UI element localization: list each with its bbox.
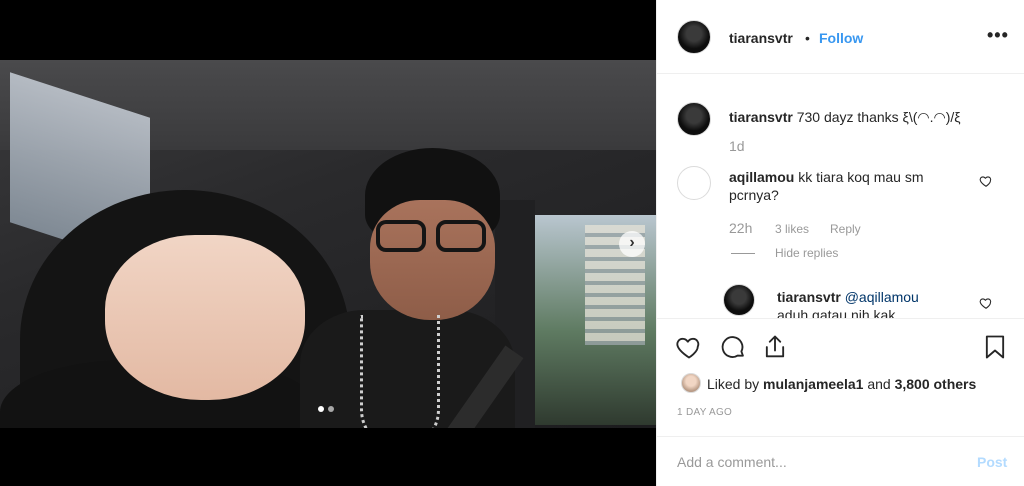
comment-text-cont: pcrnya? bbox=[729, 187, 779, 203]
reply-mention[interactable]: @aqillamou bbox=[845, 289, 919, 305]
replies-divider bbox=[731, 253, 755, 254]
post-photo[interactable] bbox=[0, 60, 656, 428]
post-media: › bbox=[0, 0, 656, 486]
add-comment-input[interactable]: Add a comment... bbox=[677, 454, 787, 470]
follow-button[interactable]: Follow bbox=[819, 30, 863, 46]
post-header: tiaransvtr • Follow ••• bbox=[657, 0, 1024, 74]
comment-text: kk tiara koq mau sm bbox=[798, 169, 924, 185]
more-options-icon[interactable]: ••• bbox=[987, 25, 1009, 46]
likes-summary: Liked by mulanjameela1 and 3,800 others bbox=[707, 376, 976, 392]
comments-list[interactable]: tiaransvtr 730 dayz thanks ξ\(◠.◠)/ξ 1d … bbox=[657, 74, 1024, 318]
comment-avatar[interactable] bbox=[677, 166, 711, 200]
comment-username[interactable]: tiaransvtr bbox=[729, 109, 793, 125]
reply-like-icon[interactable] bbox=[979, 296, 993, 310]
reply-avatar[interactable] bbox=[723, 284, 755, 316]
comment-username[interactable]: aqillamou bbox=[729, 169, 794, 185]
post-actions: Liked by mulanjameela1 and 3,800 others … bbox=[657, 318, 1024, 428]
liked-by-count[interactable]: 3,800 others bbox=[895, 376, 977, 392]
author-avatar[interactable] bbox=[677, 20, 711, 54]
liker-avatar[interactable] bbox=[681, 373, 701, 393]
carousel-next-button[interactable]: › bbox=[619, 231, 645, 257]
header-separator: • bbox=[805, 30, 810, 46]
comment-text: 730 dayz thanks ξ\(◠.◠)/ξ bbox=[796, 109, 961, 125]
hide-replies-button[interactable]: Hide replies bbox=[775, 246, 838, 260]
post-side-panel: tiaransvtr • Follow ••• tiaransvtr 730 d… bbox=[656, 0, 1024, 486]
carousel-dot-active bbox=[318, 406, 324, 412]
bookmark-icon[interactable] bbox=[981, 333, 1009, 361]
caption-comment: tiaransvtr 730 dayz thanks ξ\(◠.◠)/ξ bbox=[729, 108, 961, 126]
instagram-post-view: › tiaransvtr • Follow ••• tiaransvtr 730… bbox=[0, 0, 1024, 486]
share-icon[interactable] bbox=[761, 333, 789, 361]
post-timestamp[interactable]: 1 DAY AGO bbox=[677, 407, 732, 418]
carousel-indicator bbox=[318, 406, 334, 412]
liked-by-prefix: Liked by bbox=[707, 376, 760, 392]
post-comment-button[interactable]: Post bbox=[977, 454, 1007, 470]
carousel-dot bbox=[328, 406, 334, 412]
reply-item: tiaransvtr @aqillamou aduh gatau nih kak bbox=[777, 288, 919, 318]
reply-text: aduh gatau nih kak bbox=[777, 307, 896, 318]
reply-button[interactable]: Reply bbox=[830, 222, 861, 236]
comment-icon[interactable] bbox=[719, 333, 747, 361]
reply-username[interactable]: tiaransvtr bbox=[777, 289, 841, 305]
comment-likes-count[interactable]: 3 likes bbox=[775, 222, 809, 236]
comment-item: aqillamou kk tiara koq mau sm pcrnya? bbox=[729, 168, 924, 204]
add-comment-bar: Add a comment... Post bbox=[657, 436, 1024, 486]
author-username[interactable]: tiaransvtr bbox=[729, 30, 793, 46]
comment-avatar[interactable] bbox=[677, 102, 711, 136]
heart-icon[interactable] bbox=[675, 333, 703, 361]
liked-by-and: and bbox=[867, 376, 891, 392]
liked-by-user[interactable]: mulanjameela1 bbox=[763, 376, 863, 392]
comment-time[interactable]: 22h bbox=[729, 220, 752, 236]
comment-like-icon[interactable] bbox=[979, 174, 993, 188]
comment-time[interactable]: 1d bbox=[729, 138, 745, 154]
